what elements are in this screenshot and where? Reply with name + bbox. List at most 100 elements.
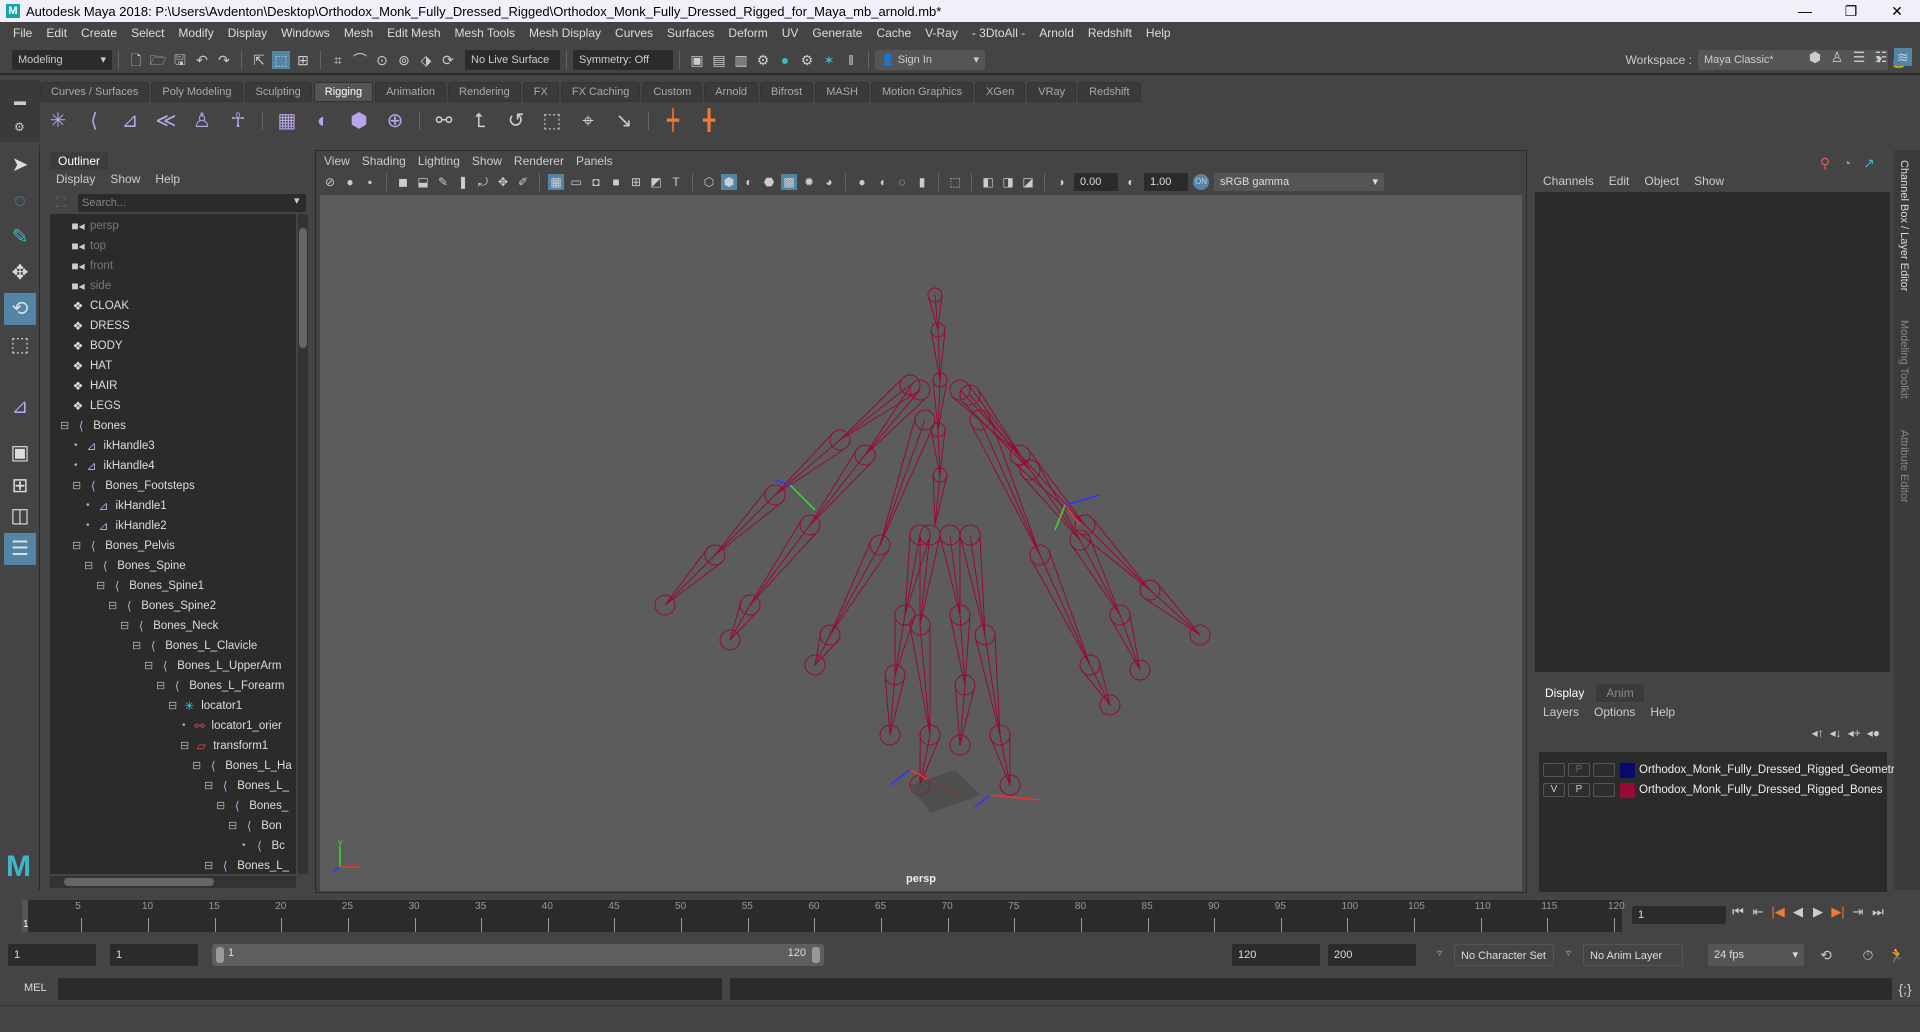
bookmarks-icon[interactable]: ▪	[362, 174, 378, 190]
motion-blur-icon[interactable]: ◖	[874, 174, 890, 190]
layer-visibility-toggle[interactable]	[1543, 763, 1565, 777]
collapse-icon[interactable]: ⊟	[60, 416, 69, 436]
modeling-toolkit-toggle-icon[interactable]: ⬢	[1806, 48, 1824, 66]
outliner-item[interactable]: ❖ BODY	[70, 336, 123, 356]
layer-playback-toggle[interactable]: P	[1568, 763, 1590, 777]
render-setup-icon[interactable]: ⚙	[798, 51, 816, 69]
parent-constraint-icon[interactable]: ⚯	[431, 108, 457, 134]
menu-set-dropdown[interactable]: Modeling ▾	[12, 50, 112, 70]
human-ik-icon[interactable]: ☥	[225, 108, 251, 134]
outliner-item[interactable]: ⊟ ⟨ Bones_Spine	[84, 556, 186, 576]
step-back-key-button[interactable]: ⇤	[1748, 904, 1768, 920]
2d-pan-zoom-icon[interactable]: ⬓	[415, 174, 431, 190]
channel-box-menu-channels[interactable]: Channels	[1543, 174, 1594, 188]
scale-constraint-icon[interactable]: ⬚	[539, 108, 565, 134]
animation-end-field[interactable]: 200	[1328, 944, 1416, 966]
menu-file[interactable]: File	[6, 26, 39, 40]
outliner-menu-display[interactable]: Display	[56, 172, 95, 186]
outliner-item[interactable]: ❖ HAT	[70, 356, 113, 376]
outliner-item[interactable]: ⊟ ⟨ Bones_Spine1	[96, 576, 204, 596]
outliner-menu-show[interactable]: Show	[110, 172, 140, 186]
camera-tumble-icon[interactable]: ⤾	[475, 174, 491, 190]
outliner-tab[interactable]: Outliner	[50, 152, 109, 170]
default-material-icon[interactable]: ◐	[741, 174, 757, 190]
collapse-icon[interactable]: ⊟	[216, 796, 225, 816]
menu-redshift[interactable]: Redshift	[1081, 26, 1139, 40]
channel-box-menu-show[interactable]: Show	[1694, 174, 1724, 188]
channel-box-menu-edit[interactable]: Edit	[1609, 174, 1630, 188]
outliner-item[interactable]: ⊟ ⟨ Bones_L_Forearm	[156, 676, 284, 696]
scrollbar-thumb[interactable]	[64, 878, 214, 886]
menu-deform[interactable]: Deform	[721, 26, 774, 40]
collapse-icon[interactable]: ⊟	[156, 676, 165, 696]
step-back-frame-button[interactable]: |◀	[1768, 904, 1788, 920]
menu-surfaces[interactable]: Surfaces	[660, 26, 721, 40]
pole-vector-icon[interactable]: ↘	[611, 108, 637, 134]
film-gate-icon[interactable]: ▭	[568, 174, 584, 190]
menu-arnold[interactable]: Arnold	[1032, 26, 1081, 40]
set-key-icon[interactable]: ┿	[660, 108, 686, 134]
channel-box-menu-object[interactable]: Object	[1644, 174, 1679, 188]
tool-settings-toggle-icon[interactable]: ☰	[1850, 48, 1868, 66]
grease-pencil-icon[interactable]: ✎	[435, 174, 451, 190]
viewport-menu-view[interactable]: View	[324, 154, 350, 168]
exposure-icon[interactable]: ◑	[1053, 174, 1069, 190]
menu-modify[interactable]: Modify	[171, 26, 220, 40]
isolate-select-icon[interactable]: ⬚	[947, 174, 963, 190]
move-tool-icon[interactable]: ✥	[4, 257, 36, 289]
wireframe-on-shaded-icon[interactable]: ⬣	[761, 174, 777, 190]
outliner-item[interactable]: ⊟ ⟨ Bones_Neck	[120, 616, 218, 636]
open-scene-icon[interactable]: 🗁	[149, 51, 167, 69]
current-time-marker[interactable]: 1	[22, 900, 29, 932]
gamma-field[interactable]: 1.00	[1144, 173, 1188, 191]
paint-select-tool-icon[interactable]: ✎	[4, 221, 36, 253]
mel-command-input[interactable]	[58, 978, 722, 1000]
animation-preferences-icon[interactable]: 🏃	[1888, 946, 1906, 964]
set-driven-key-icon[interactable]: ╋	[696, 108, 722, 134]
layer-menu-options[interactable]: Options	[1594, 705, 1635, 719]
ik-handle-tool-icon[interactable]: ⊿	[4, 391, 36, 423]
collapse-icon[interactable]: ⊟	[132, 636, 141, 656]
collapse-icon[interactable]: ⊟	[228, 816, 237, 836]
camera-dolly-icon[interactable]: ✐	[515, 174, 531, 190]
lasso-tool-icon[interactable]: ◌	[4, 185, 36, 217]
render-view-icon[interactable]: ▣	[688, 51, 706, 69]
menu-v-ray[interactable]: V-Ray	[918, 26, 965, 40]
shelf-settings-icon[interactable]: ⚙	[14, 120, 25, 134]
menu-display[interactable]: Display	[221, 26, 274, 40]
outliner-item[interactable]: • ⊿ ikHandle4	[72, 456, 155, 476]
outliner-search-input[interactable]: Search...	[78, 194, 306, 212]
speed-icon[interactable]: ◔	[1838, 154, 1856, 172]
shelf-tab-poly-modeling[interactable]: Poly Modeling	[151, 82, 243, 102]
maximize-button[interactable]: ❐	[1828, 0, 1874, 22]
outliner-item[interactable]: ⊟ ⟨ Bon	[228, 816, 282, 836]
outliner-item[interactable]: ⊟ ⟨ Bones_	[216, 796, 288, 816]
sign-in-button[interactable]: 👤 Sign In ▾	[875, 50, 985, 70]
outliner-item[interactable]: ⊟ ▱ transform1	[180, 736, 268, 756]
depth-of-field-icon[interactable]: ▮	[914, 174, 930, 190]
grid-icon[interactable]: ▦	[548, 174, 564, 190]
collapse-icon[interactable]: ⊟	[84, 556, 93, 576]
scale-tool-icon[interactable]: ⬚	[4, 329, 36, 361]
menu-generate[interactable]: Generate	[805, 26, 869, 40]
shadows-icon[interactable]: ◕	[821, 174, 837, 190]
viewport-menu-lighting[interactable]: Lighting	[418, 154, 460, 168]
viewport-menu-show[interactable]: Show	[472, 154, 502, 168]
layer-display-type-toggle[interactable]	[1593, 783, 1615, 797]
render-frame-icon[interactable]: ▤	[710, 51, 728, 69]
playback-start-field[interactable]: 1	[110, 944, 198, 966]
outliner-item[interactable]: ■◂ front	[70, 256, 113, 276]
range-start-handle[interactable]	[216, 947, 224, 963]
fps-dropdown[interactable]: 24 fps ▾	[1708, 944, 1804, 966]
collapse-icon[interactable]: ⊟	[168, 696, 177, 716]
shelf-tab-fx-caching[interactable]: FX Caching	[560, 82, 641, 102]
outliner-layout-icon[interactable]: ☰	[4, 533, 36, 565]
shelf-tab-sculpting[interactable]: Sculpting	[244, 82, 312, 102]
range-slider[interactable]: 1 120	[212, 944, 824, 966]
anim-layer-chevron-icon[interactable]: ▿	[1566, 948, 1571, 959]
live-surface-field[interactable]: No Live Surface	[465, 50, 560, 70]
cluster-icon[interactable]: ⊕	[382, 108, 408, 134]
symmetry-dropdown[interactable]: Symmetry: Off	[573, 50, 673, 70]
screen-space-ao-icon[interactable]: ●	[854, 174, 870, 190]
scrollbar-thumb[interactable]	[299, 228, 307, 348]
